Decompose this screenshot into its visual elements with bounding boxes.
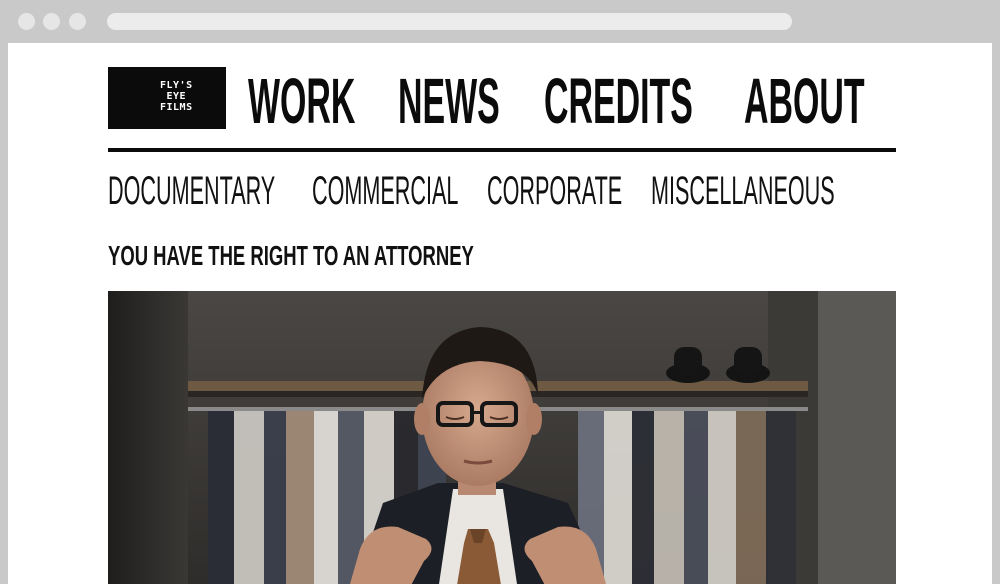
address-bar[interactable] [107, 13, 792, 30]
site-logo[interactable]: FLY'S EYE FILMS [108, 67, 226, 129]
category-commercial-link[interactable]: COMMERCIAL [312, 167, 458, 215]
man-adjusting-suit-illustration [108, 291, 896, 584]
logo-text: FLY'S EYE FILMS [160, 80, 193, 113]
nav-work-link[interactable]: WORK [248, 61, 355, 141]
window-minimize-dot[interactable] [43, 13, 60, 30]
category-corporate-link[interactable]: CORPORATE [487, 167, 622, 215]
nav-about-link[interactable]: ABOUT [744, 61, 865, 141]
window-maximize-dot[interactable] [69, 13, 86, 30]
category-documentary-link[interactable]: DOCUMENTARY [108, 167, 275, 215]
header-divider [108, 148, 896, 152]
browser-chrome [0, 0, 1000, 43]
nav-credits-link[interactable]: CREDITS [544, 61, 693, 141]
nav-news-link[interactable]: NEWS [398, 61, 500, 141]
web-page: FLY'S EYE FILMS WORK NEWS CREDITS ABOUT … [8, 43, 992, 584]
category-miscellaneous-link[interactable]: MISCELLANEOUS [651, 167, 835, 215]
video-still-image[interactable] [108, 291, 896, 584]
window-close-dot[interactable] [18, 13, 35, 30]
post-title[interactable]: YOU HAVE THE RIGHT TO AN ATTORNEY [108, 239, 474, 273]
